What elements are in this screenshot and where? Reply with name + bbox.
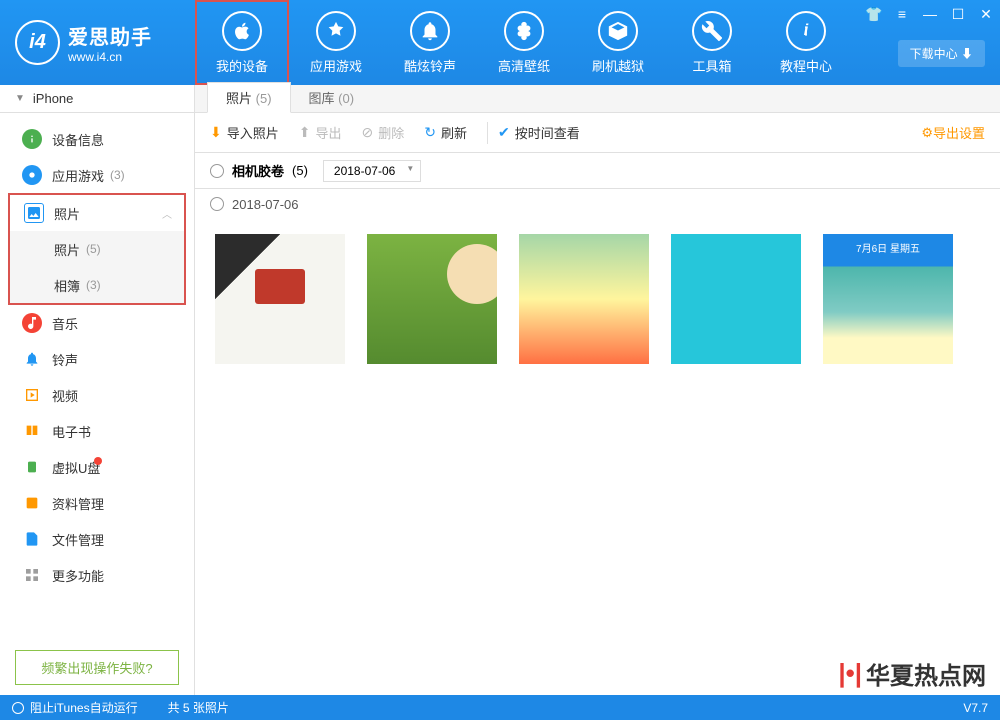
toolbar: ⬇导入照片 ⬆导出 ⊘删除 ↻刷新 ✔按时间查看 ⚙导出设置 bbox=[195, 113, 1000, 153]
view-by-time-button[interactable]: ✔按时间查看 bbox=[498, 123, 580, 142]
nav-wallpapers[interactable]: 高清壁纸 bbox=[477, 0, 571, 85]
album-name: 相机胶卷 bbox=[232, 161, 284, 180]
photo-thumbnail[interactable] bbox=[823, 234, 953, 364]
tshirt-icon[interactable]: 👕 bbox=[865, 5, 883, 23]
minimize-button[interactable]: — bbox=[921, 5, 939, 23]
refresh-icon: ↻ bbox=[424, 124, 436, 141]
sidebar-item-device-info[interactable]: 设备信息 bbox=[0, 121, 194, 157]
flower-icon bbox=[504, 11, 544, 51]
photo-thumbnail[interactable] bbox=[671, 234, 801, 364]
chevron-up-icon: ︿ bbox=[162, 206, 172, 221]
sidebar-item-video[interactable]: 视频 bbox=[0, 377, 194, 413]
export-button[interactable]: ⬆导出 bbox=[299, 123, 342, 142]
music-icon bbox=[22, 313, 42, 333]
window-controls: 👕 ≡ — ☐ ✕ bbox=[865, 5, 995, 23]
nav-tutorials[interactable]: i 教程中心 bbox=[759, 0, 853, 85]
chevron-down-icon: ▼ bbox=[15, 93, 25, 104]
import-button[interactable]: ⬇导入照片 bbox=[210, 123, 279, 142]
date-group-header[interactable]: 2018-07-06 bbox=[195, 189, 1000, 219]
info-circle-icon bbox=[22, 129, 42, 149]
sidebar-subitem-albums[interactable]: 相簿(3) bbox=[10, 267, 184, 303]
app-header: i4 爱思助手 www.i4.cn 我的设备 应用游戏 酷炫铃声 高清壁纸 刷机… bbox=[0, 0, 1000, 85]
refresh-button[interactable]: ↻刷新 bbox=[424, 123, 467, 142]
wrench-icon bbox=[692, 11, 732, 51]
nav-jailbreak[interactable]: 刷机越狱 bbox=[571, 0, 665, 85]
export-settings-button[interactable]: ⚙导出设置 bbox=[921, 123, 985, 142]
sidebar-item-ringtones[interactable]: 铃声 bbox=[0, 341, 194, 377]
notification-dot bbox=[94, 457, 102, 465]
photo-thumbnail[interactable] bbox=[215, 234, 345, 364]
image-icon bbox=[24, 203, 44, 223]
sidebar-item-music[interactable]: 音乐 bbox=[0, 305, 194, 341]
help-link[interactable]: 频繁出现操作失败? bbox=[15, 650, 179, 685]
nav-ringtones[interactable]: 酷炫铃声 bbox=[383, 0, 477, 85]
delete-button[interactable]: ⊘删除 bbox=[362, 123, 405, 142]
filter-row: 相机胶卷 (5) 2018-07-06 bbox=[195, 153, 1000, 189]
download-center-button[interactable]: 下载中心 ⬇ bbox=[898, 40, 985, 67]
sidebar-item-data[interactable]: 资料管理 bbox=[0, 485, 194, 521]
sidebar-item-usb[interactable]: 虚拟U盘 bbox=[0, 449, 194, 485]
check-icon: ✔ bbox=[498, 124, 510, 141]
itunes-toggle[interactable]: 阻止iTunes自动运行 bbox=[12, 699, 138, 716]
data-icon bbox=[22, 493, 42, 513]
watermark: |•| 华夏热点网 bbox=[832, 652, 992, 695]
download-icon: ⬇ bbox=[961, 47, 973, 61]
import-icon: ⬇ bbox=[210, 124, 222, 141]
book-icon bbox=[22, 421, 42, 441]
info-icon: i bbox=[786, 11, 826, 51]
sidebar-item-files[interactable]: 文件管理 bbox=[0, 521, 194, 557]
select-all-radio[interactable] bbox=[210, 164, 224, 178]
tab-photos[interactable]: 照片 (5) bbox=[207, 82, 291, 113]
content-tabs: 照片 (5) 图库 (0) bbox=[195, 85, 1000, 113]
video-icon bbox=[22, 385, 42, 405]
maximize-button[interactable]: ☐ bbox=[949, 5, 967, 23]
logo-icon: i4 bbox=[15, 20, 60, 65]
sidebar-item-more[interactable]: 更多功能 bbox=[0, 557, 194, 593]
version-label: V7.7 bbox=[963, 701, 988, 715]
photo-thumbnail[interactable] bbox=[519, 234, 649, 364]
sidebar-item-apps[interactable]: 应用游戏(3) bbox=[0, 157, 194, 193]
tab-gallery[interactable]: 图库 (0) bbox=[291, 83, 373, 112]
usb-icon bbox=[22, 457, 42, 477]
file-icon bbox=[22, 529, 42, 549]
nav-my-device[interactable]: 我的设备 bbox=[195, 0, 289, 85]
content-area: 照片 (5) 图库 (0) ⬇导入照片 ⬆导出 ⊘删除 ↻刷新 ✔按时间查看 ⚙… bbox=[195, 85, 1000, 695]
date-dropdown[interactable]: 2018-07-06 bbox=[323, 160, 421, 182]
menu-icon[interactable]: ≡ bbox=[893, 5, 911, 23]
sidebar-item-photos[interactable]: 照片 ︿ bbox=[10, 195, 184, 231]
logo-area: i4 爱思助手 www.i4.cn bbox=[0, 20, 195, 65]
photo-thumbnail[interactable] bbox=[367, 234, 497, 364]
export-icon: ⬆ bbox=[299, 124, 311, 141]
delete-icon: ⊘ bbox=[362, 124, 374, 141]
date-group-radio[interactable] bbox=[210, 197, 224, 211]
radio-icon bbox=[12, 702, 24, 714]
sidebar: ▼ iPhone 设备信息 应用游戏(3) 照片 ︿ 照片(5) bbox=[0, 85, 195, 695]
appstore-icon bbox=[316, 11, 356, 51]
bell-icon bbox=[410, 11, 450, 51]
grid-icon bbox=[22, 565, 42, 585]
bell-small-icon bbox=[22, 349, 42, 369]
status-bar: 阻止iTunes自动运行 共 5 张照片 V7.7 bbox=[0, 695, 1000, 720]
sidebar-item-ebooks[interactable]: 电子书 bbox=[0, 413, 194, 449]
thumbnail-grid bbox=[195, 219, 1000, 379]
apple-icon bbox=[222, 11, 262, 51]
appstore-small-icon bbox=[22, 165, 42, 185]
close-button[interactable]: ✕ bbox=[977, 5, 995, 23]
app-title: 爱思助手 bbox=[68, 21, 152, 50]
nav-toolbox[interactable]: 工具箱 bbox=[665, 0, 759, 85]
app-url: www.i4.cn bbox=[68, 50, 152, 64]
photo-count: 共 5 张照片 bbox=[168, 699, 229, 716]
device-selector[interactable]: ▼ iPhone bbox=[0, 85, 194, 113]
box-icon bbox=[598, 11, 638, 51]
photos-group-highlight: 照片 ︿ 照片(5) 相簿(3) bbox=[8, 193, 186, 305]
watermark-icon: |•| bbox=[838, 658, 862, 689]
nav-apps[interactable]: 应用游戏 bbox=[289, 0, 383, 85]
sidebar-subitem-photos[interactable]: 照片(5) bbox=[10, 231, 184, 267]
gear-icon: ⚙ bbox=[921, 125, 933, 141]
